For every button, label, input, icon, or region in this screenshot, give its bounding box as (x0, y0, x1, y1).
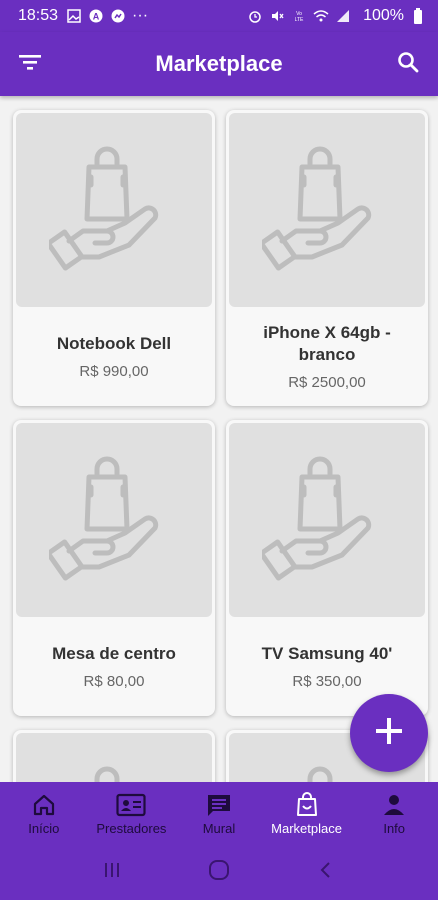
filter-icon (18, 52, 42, 77)
product-image-placeholder (229, 423, 425, 617)
hand-bag-icon (258, 143, 392, 278)
nav-label: Marketplace (271, 820, 342, 836)
nav-item-marketplace[interactable]: Marketplace (263, 782, 351, 844)
contact-card-icon (116, 791, 146, 819)
nav-item-mural[interactable]: Mural (175, 782, 263, 844)
product-name: Notebook Dell (56, 334, 172, 353)
status-bar: 18:53 A ··· Vo LTE 100% (0, 0, 438, 32)
hand-bag-icon (49, 763, 179, 782)
status-time: 18:53 (18, 7, 59, 24)
nav-label: Início (28, 820, 60, 836)
product-name: iPhone X 64gb - branco (263, 323, 391, 364)
product-card[interactable]: Notebook Dell R$ 990,00 (13, 110, 215, 406)
hand-bag-icon (258, 453, 392, 588)
mute-icon (269, 8, 285, 24)
volte-icon: Vo LTE (291, 8, 307, 24)
status-right-icons: Vo LTE 100% (247, 7, 426, 25)
nav-item-info[interactable]: Info (350, 782, 438, 844)
product-card[interactable]: Mesa de centro R$ 80,00 (13, 420, 215, 716)
add-product-button[interactable] (350, 694, 428, 772)
nav-label: Prestadores (96, 820, 167, 836)
nav-item-prestadores[interactable]: Prestadores (88, 782, 176, 844)
product-image-placeholder (229, 113, 425, 307)
product-price: R$ 350,00 (292, 673, 362, 690)
messenger-icon (110, 8, 126, 24)
alarm-icon (247, 8, 263, 24)
product-image-placeholder (16, 733, 212, 782)
product-card[interactable]: TV Samsung 40' R$ 350,00 (226, 420, 428, 716)
signal-icon (335, 8, 351, 24)
recent-apps-button[interactable] (102, 860, 122, 885)
back-button[interactable] (316, 860, 336, 885)
system-navigation-bar (0, 844, 438, 900)
product-price: R$ 2500,00 (288, 374, 366, 391)
product-image-placeholder (16, 423, 212, 617)
message-board-icon (206, 791, 232, 819)
nav-label: Info (383, 820, 406, 836)
status-left-icons: A ··· (66, 7, 148, 25)
nav-item-inicio[interactable]: Início (0, 782, 88, 844)
battery-level: 100% (363, 7, 404, 24)
search-button[interactable] (392, 48, 424, 80)
product-grid: Notebook Dell R$ 990,00 iPhone X 64gb - … (0, 96, 438, 782)
bottom-navigation: Início Prestadores Mural Marketplace Inf… (0, 782, 438, 844)
app-bar: Marketplace (0, 32, 438, 96)
wifi-icon (313, 8, 329, 24)
home-button[interactable] (207, 858, 231, 887)
shopping-bag-icon (295, 791, 319, 819)
product-name: TV Samsung 40' (261, 644, 393, 663)
nav-label: Mural (202, 820, 236, 836)
gallery-icon (66, 8, 82, 24)
plus-icon (373, 715, 405, 752)
product-price: R$ 80,00 (83, 673, 145, 690)
product-name: Mesa de centro (52, 644, 176, 663)
status-more-dots: ··· (132, 7, 149, 24)
page-title: Marketplace (155, 51, 283, 76)
a-circle-icon: A (88, 8, 104, 24)
product-card[interactable]: iPhone X 64gb - branco R$ 2500,00 (226, 110, 428, 406)
person-icon (382, 791, 406, 819)
filter-button[interactable] (14, 48, 46, 80)
home-icon (32, 791, 56, 819)
product-image-placeholder (16, 113, 212, 307)
product-price: R$ 990,00 (79, 363, 149, 380)
battery-icon (410, 8, 426, 24)
hand-bag-icon (45, 143, 179, 278)
search-icon (396, 50, 420, 79)
product-card[interactable] (13, 730, 215, 782)
svg-text:A: A (93, 12, 100, 22)
hand-bag-icon (45, 453, 179, 588)
svg-text:LTE: LTE (295, 17, 304, 23)
